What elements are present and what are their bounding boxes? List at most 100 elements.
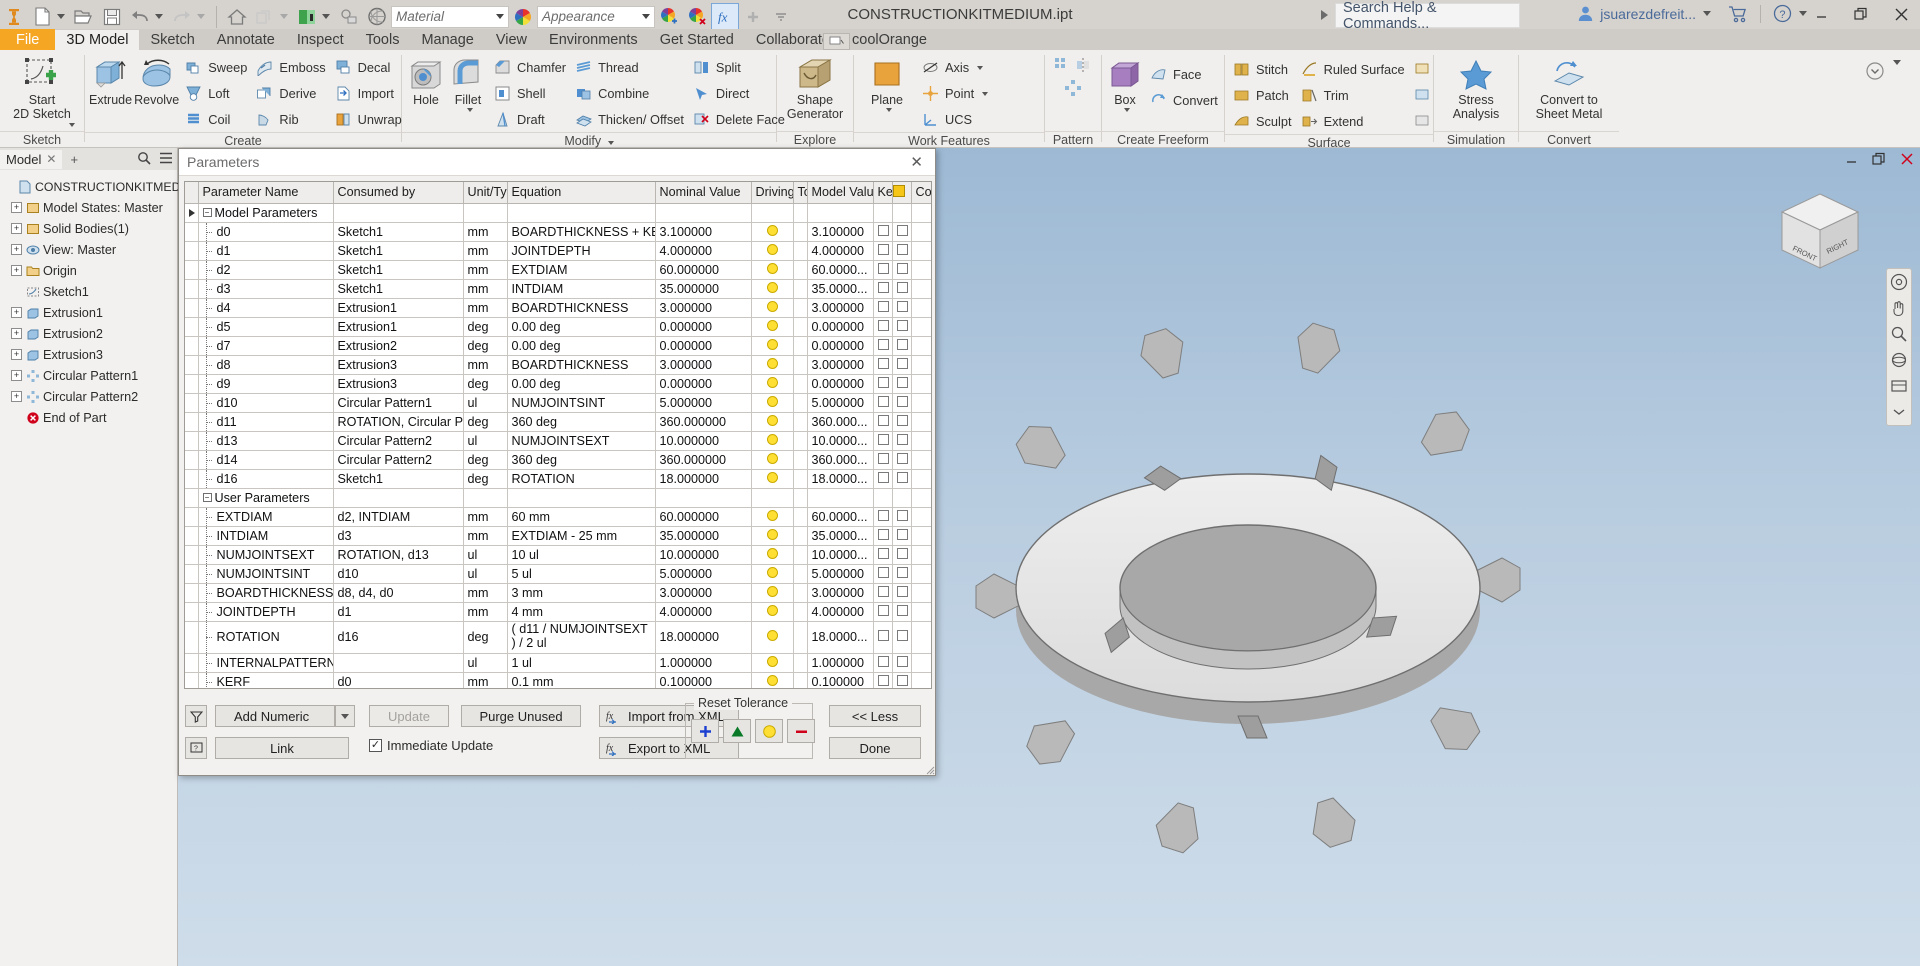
cell-tolerance[interactable] (793, 222, 808, 242)
key-checkbox[interactable] (877, 224, 889, 236)
key-checkbox[interactable] (877, 674, 889, 686)
table-row[interactable]: KERF d0 mm 0.1 mm 0.100000 0.100000 (185, 672, 931, 688)
cell-tolerance[interactable] (793, 336, 808, 356)
col-unit-type[interactable]: Unit/Typ (463, 182, 508, 204)
row-handle[interactable] (185, 260, 199, 280)
cell-export[interactable] (892, 393, 912, 413)
plane-caret[interactable] (885, 107, 892, 112)
search-icon[interactable] (137, 151, 151, 168)
cell-key[interactable] (873, 507, 893, 527)
table-group-row[interactable]: − User Parameters (185, 488, 931, 508)
ruled-surface-button[interactable]: Ruled Surface (1297, 57, 1408, 82)
cell-key[interactable] (873, 374, 893, 394)
cell-tolerance[interactable] (793, 545, 808, 565)
cell-equation[interactable]: 60 mm (507, 507, 656, 527)
table-row[interactable]: d9 Extrusion3 deg 0.00 deg 0.000000 0.000000 (185, 374, 931, 394)
cell-key[interactable] (873, 653, 893, 673)
cell-unit-type[interactable]: mm (463, 583, 508, 603)
cell-export[interactable] (892, 279, 912, 299)
appearance-sphere-icon[interactable] (363, 3, 391, 31)
cell-export[interactable] (892, 672, 912, 688)
cell-key[interactable] (873, 241, 893, 261)
decal-button[interactable]: Decal (331, 55, 405, 80)
cell-parameter-name[interactable]: INTDIAM (198, 526, 334, 546)
orbit-icon[interactable] (1889, 350, 1909, 370)
cell-equation[interactable]: BOARDTHICKNESS (507, 298, 656, 318)
tolerance-nominal-button[interactable] (755, 719, 783, 743)
pan-icon[interactable] (1889, 298, 1909, 318)
shape-generator-button[interactable]: Shape Generator (781, 54, 849, 121)
tab-get-started[interactable]: Get Started (649, 30, 745, 52)
cell-tolerance[interactable] (793, 450, 808, 470)
cell-equation[interactable]: ROTATION (507, 469, 656, 489)
cell-parameter-name[interactable]: d1 (198, 241, 334, 261)
cell-parameter-name[interactable]: d5 (198, 317, 334, 337)
ribbon-options-caret[interactable] (1893, 60, 1901, 65)
cell-driving[interactable] (751, 450, 794, 470)
clear-material-icon[interactable] (335, 3, 363, 31)
key-checkbox[interactable] (877, 566, 889, 578)
tab-environments[interactable]: Environments (538, 30, 649, 52)
draft-button[interactable]: Draft (490, 107, 569, 132)
cell-driving[interactable] (751, 507, 794, 527)
cell-unit-type[interactable]: mm (463, 260, 508, 280)
key-checkbox[interactable] (877, 395, 889, 407)
expander-icon[interactable]: + (11, 370, 22, 381)
tab-annotate[interactable]: Annotate (206, 30, 286, 52)
cell-tolerance[interactable] (793, 279, 808, 299)
expander-icon[interactable]: + (11, 223, 22, 234)
start-2d-sketch-button[interactable]: Start 2D Sketch (6, 54, 78, 127)
new-file-icon[interactable] (28, 3, 56, 31)
export-checkbox[interactable] (896, 452, 908, 464)
cell-parameter-name[interactable]: INTERNALPATTERN (198, 653, 334, 673)
tree-item-sketch1[interactable]: Sketch1 (3, 281, 174, 302)
row-handle[interactable] (185, 203, 199, 223)
cell-driving[interactable] (751, 621, 794, 654)
collapse-icon[interactable]: − (202, 208, 212, 217)
cell-export[interactable] (892, 374, 912, 394)
key-checkbox[interactable] (877, 471, 889, 483)
cell-equation[interactable]: BOARDTHICKNESS (507, 355, 656, 375)
cell-tolerance[interactable] (793, 317, 808, 337)
cell-key[interactable] (873, 621, 893, 654)
rectangular-pattern-icon[interactable] (1053, 56, 1071, 77)
new-file-dropdown-caret[interactable] (57, 14, 65, 19)
key-checkbox[interactable] (877, 376, 889, 388)
update-button[interactable]: Update (369, 705, 449, 727)
derive-button[interactable]: Derive (252, 81, 328, 106)
extend-button[interactable]: Extend (1297, 109, 1408, 134)
cell-unit-type[interactable]: mm (463, 602, 508, 622)
cell-unit-type[interactable]: ul (463, 545, 508, 565)
coil-button[interactable]: Coil (181, 107, 250, 132)
export-checkbox[interactable] (896, 655, 908, 667)
export-checkbox[interactable] (896, 471, 908, 483)
tree-root-node[interactable]: CONSTRUCTIONKITMEDIUM.ipt (3, 176, 219, 197)
table-row[interactable]: d14 Circular Pattern2 deg 360 deg 360.000000… (185, 450, 931, 470)
import-button[interactable]: Import (331, 81, 405, 106)
look-at-icon[interactable] (1889, 376, 1909, 396)
tree-item-view-master[interactable]: + View: Master (3, 239, 174, 260)
cell-export[interactable] (892, 450, 912, 470)
cell-comment[interactable] (911, 412, 931, 432)
cell-comment[interactable] (911, 507, 931, 527)
expander-icon[interactable]: + (11, 349, 22, 360)
cell-key[interactable] (873, 564, 893, 584)
rib-button[interactable]: Rib (252, 107, 328, 132)
cell-driving[interactable] (751, 393, 794, 413)
modify-expand-caret[interactable] (607, 141, 614, 145)
box-button[interactable]: Box (1106, 54, 1144, 112)
row-handle[interactable] (185, 526, 199, 546)
row-handle[interactable] (185, 374, 199, 394)
cell-parameter-name[interactable]: d0 (198, 222, 334, 242)
cell-tolerance[interactable] (793, 602, 808, 622)
cell-parameter-name[interactable]: d10 (198, 393, 334, 413)
cell-parameter-name[interactable]: d7 (198, 336, 334, 356)
cell-unit-type[interactable]: deg (463, 374, 508, 394)
export-checkbox[interactable] (896, 509, 908, 521)
row-handle[interactable] (185, 564, 199, 584)
row-handle[interactable] (185, 431, 199, 451)
tree-item-extrusion3[interactable]: + Extrusion3 (3, 344, 174, 365)
dialog-close-icon[interactable]: ✕ (906, 153, 927, 171)
export-checkbox[interactable] (896, 376, 908, 388)
material-swatch-caret[interactable] (322, 14, 330, 19)
